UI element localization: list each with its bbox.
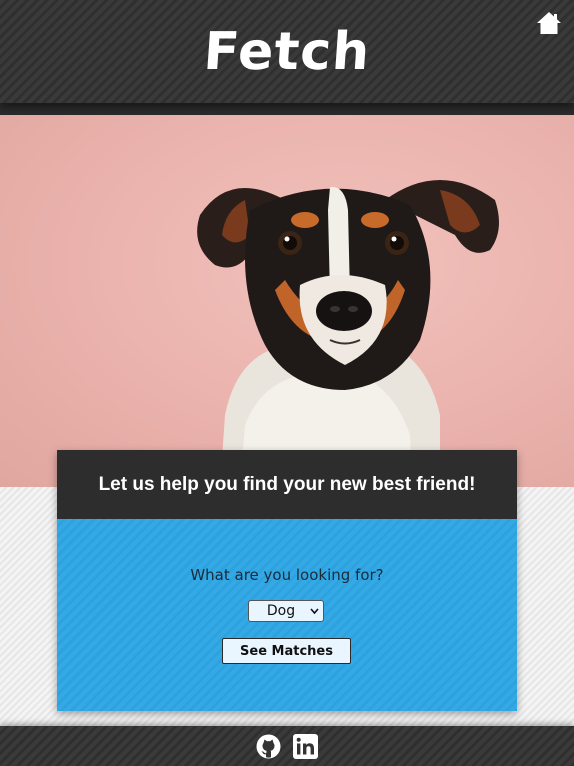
pet-type-select[interactable]: Dog: [248, 600, 324, 622]
search-card: Let us help you find your new best frien…: [57, 450, 517, 711]
header-divider: [0, 103, 574, 115]
hero-image: [0, 115, 574, 487]
site-header: Fetch: [0, 0, 574, 103]
linkedin-icon[interactable]: [293, 734, 318, 759]
chevron-down-icon: [310, 604, 319, 621]
card-body: What are you looking for? Dog See Matche…: [57, 519, 517, 711]
card-heading: Let us help you find your new best frien…: [57, 450, 517, 519]
site-footer: [0, 726, 574, 766]
github-icon[interactable]: [256, 734, 281, 759]
see-matches-button[interactable]: See Matches: [222, 638, 351, 664]
site-logo: Fetch: [201, 22, 373, 82]
dog-portrait: [197, 180, 499, 487]
pet-type-value: Dog: [266, 603, 296, 619]
home-icon[interactable]: [535, 9, 563, 37]
question-label: What are you looking for?: [190, 566, 384, 584]
